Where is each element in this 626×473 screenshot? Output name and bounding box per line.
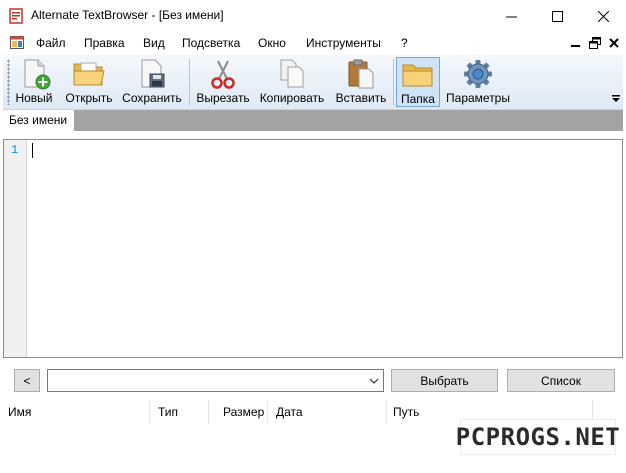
copy-button[interactable]: Копировать xyxy=(256,57,328,107)
open-folder-icon xyxy=(73,62,105,86)
path-combobox[interactable] xyxy=(47,369,384,392)
tab-untitled[interactable]: Без имени xyxy=(3,110,74,131)
folder-button-label: Папка xyxy=(401,92,435,106)
mdi-close-icon[interactable] xyxy=(608,37,620,49)
column-header-name[interactable]: Имя xyxy=(0,400,150,424)
minimize-button[interactable] xyxy=(488,0,534,32)
line-number: 1 xyxy=(11,143,19,157)
menu-file[interactable]: Файл xyxy=(36,36,66,50)
new-button-label: Новый xyxy=(15,91,53,105)
maximize-button[interactable] xyxy=(534,0,580,32)
back-button[interactable]: < xyxy=(14,369,40,392)
cut-button[interactable]: Вырезать xyxy=(194,57,252,107)
cut-button-label: Вырезать xyxy=(196,91,250,105)
menu-view[interactable]: Вид xyxy=(143,36,165,50)
document-tab-strip: Без имени xyxy=(3,110,623,131)
folder-button[interactable]: Папка xyxy=(396,57,440,107)
paste-icon xyxy=(348,59,374,89)
title-bar: Alternate TextBrowser - [Без имени] xyxy=(0,0,626,32)
paste-button-label: Вставить xyxy=(335,91,387,105)
paste-button[interactable]: Вставить xyxy=(332,57,390,107)
menu-highlight[interactable]: Подсветка xyxy=(182,36,240,50)
toolbar: Новый Открыть Сохранить Вырезать Копиров… xyxy=(3,55,623,110)
save-button-label: Сохранить xyxy=(122,91,182,105)
column-header-type[interactable]: Тип xyxy=(150,400,209,424)
column-header-size[interactable]: Размер xyxy=(215,400,268,424)
text-caret xyxy=(32,143,33,158)
open-button-label: Открыть xyxy=(65,91,113,105)
gear-icon xyxy=(464,60,492,88)
settings-button[interactable]: Параметры xyxy=(444,57,512,107)
document-window-icon[interactable] xyxy=(10,36,24,49)
column-header-date[interactable]: Дата xyxy=(268,400,387,424)
mdi-minimize-icon[interactable] xyxy=(570,37,582,49)
window-title: Alternate TextBrowser - [Без имени] xyxy=(31,8,224,22)
new-file-icon xyxy=(24,59,51,90)
toolbar-grip[interactable] xyxy=(7,59,10,105)
menu-bar: Файл Правка Вид Подсветка Окно Инструмен… xyxy=(0,32,626,54)
folder-icon xyxy=(402,64,433,87)
chevron-down-icon[interactable] xyxy=(369,377,379,385)
menu-help[interactable]: ? xyxy=(401,36,408,50)
mdi-restore-icon[interactable] xyxy=(589,37,601,49)
toolbar-separator xyxy=(189,59,190,105)
text-editor[interactable]: 1 xyxy=(3,139,623,358)
open-button[interactable]: Открыть xyxy=(61,57,117,107)
copy-icon xyxy=(280,59,304,88)
watermark: PCPROGS.NET xyxy=(456,419,620,455)
close-button[interactable] xyxy=(580,0,626,32)
maximize-icon xyxy=(551,10,563,22)
copy-button-label: Копировать xyxy=(259,91,325,105)
line-number-gutter: 1 xyxy=(4,140,27,357)
save-button[interactable]: Сохранить xyxy=(119,57,185,107)
toolbar-overflow-icon[interactable] xyxy=(612,95,620,103)
close-icon xyxy=(597,10,609,22)
new-button[interactable]: Новый xyxy=(12,57,56,107)
select-button[interactable]: Выбрать xyxy=(391,369,498,392)
settings-button-label: Параметры xyxy=(446,91,510,105)
menu-tools[interactable]: Инструменты xyxy=(306,36,381,50)
menu-edit[interactable]: Правка xyxy=(84,36,125,50)
list-button[interactable]: Список xyxy=(507,369,615,392)
toolbar-separator xyxy=(393,59,394,105)
save-icon xyxy=(141,59,165,88)
app-icon xyxy=(9,8,23,24)
minimize-icon xyxy=(505,16,517,17)
menu-window[interactable]: Окно xyxy=(258,36,286,50)
cut-icon xyxy=(211,60,235,89)
